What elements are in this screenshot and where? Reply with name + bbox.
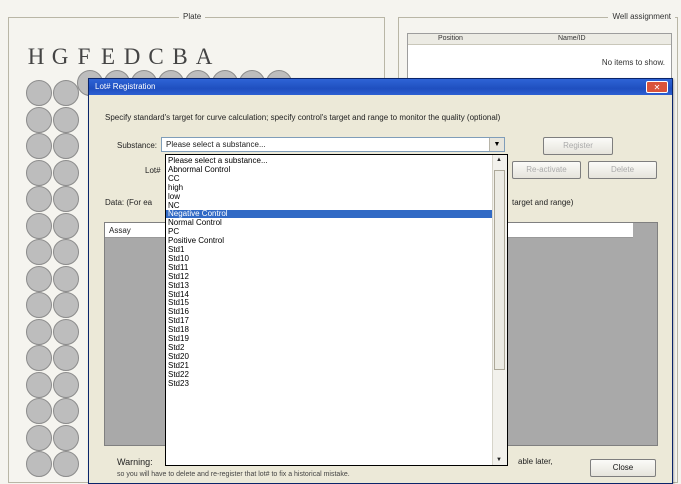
plate-well[interactable] bbox=[53, 451, 79, 477]
instructions-text: Specify standard's target for curve calc… bbox=[105, 113, 501, 122]
plate-well[interactable] bbox=[53, 265, 79, 292]
dropdown-option[interactable]: Std21 bbox=[168, 361, 189, 370]
plate-well[interactable] bbox=[53, 133, 79, 159]
dropdown-scrollbar[interactable]: ▲ ▼ bbox=[492, 155, 507, 465]
dropdown-option[interactable]: Std12 bbox=[168, 272, 189, 281]
warning-text-end: able later, bbox=[518, 457, 553, 466]
plate-well[interactable] bbox=[26, 345, 52, 371]
data-label: Data: (For ea bbox=[105, 198, 153, 207]
dropdown-option[interactable]: Std20 bbox=[168, 352, 189, 361]
dropdown-option[interactable]: Std11 bbox=[168, 263, 188, 272]
dropdown-option[interactable]: PC bbox=[168, 228, 179, 236]
dialog-title-bar[interactable]: Lot# Registration ✕ bbox=[89, 79, 672, 95]
register-button[interactable]: Register bbox=[543, 137, 613, 155]
plate-well[interactable] bbox=[53, 398, 79, 424]
dropdown-option[interactable]: Std10 bbox=[168, 254, 189, 263]
dropdown-option[interactable]: Std16 bbox=[168, 308, 189, 316]
reactivate-button[interactable]: Re-activate bbox=[512, 161, 581, 179]
plate-well[interactable] bbox=[53, 318, 79, 345]
column-letter: C bbox=[148, 44, 164, 69]
dialog-title: Lot# Registration bbox=[95, 82, 156, 91]
dropdown-option[interactable]: Positive Control bbox=[168, 237, 224, 245]
delete-button[interactable]: Delete bbox=[588, 161, 657, 179]
dropdown-option[interactable]: NC bbox=[168, 201, 180, 210]
plate-well[interactable] bbox=[53, 212, 79, 239]
dropdown-option[interactable]: Std2 bbox=[168, 343, 184, 352]
warning-text: so you will have to delete and re-regist… bbox=[117, 471, 350, 478]
dropdown-option[interactable]: Std15 bbox=[168, 299, 189, 307]
plate-well[interactable] bbox=[26, 80, 52, 106]
substance-select[interactable]: Please select a substance... ▼ bbox=[161, 137, 505, 152]
data-label-suffix: target and range) bbox=[512, 198, 574, 207]
dropdown-option[interactable]: Please select a substance... bbox=[168, 157, 268, 165]
plate-well[interactable] bbox=[26, 212, 52, 239]
lot-label: Lot# bbox=[145, 166, 161, 175]
plate-well[interactable] bbox=[53, 371, 79, 398]
plate-well[interactable] bbox=[26, 318, 52, 345]
plate-well[interactable] bbox=[26, 159, 52, 186]
empty-list-message: No items to show. bbox=[601, 58, 665, 67]
dropdown-option[interactable]: Std17 bbox=[168, 317, 189, 325]
scrollbar-thumb[interactable] bbox=[494, 170, 505, 370]
substance-label: Substance: bbox=[117, 141, 158, 150]
plate-well[interactable] bbox=[53, 159, 79, 186]
plate-well[interactable] bbox=[26, 186, 52, 212]
name-id-column-header[interactable]: Name/ID bbox=[558, 35, 586, 42]
position-column-header[interactable]: Position bbox=[438, 35, 463, 42]
plate-well[interactable] bbox=[53, 239, 79, 265]
list-header: Position Name/ID bbox=[408, 34, 671, 45]
column-letter: D bbox=[123, 44, 141, 69]
dropdown-option[interactable]: Std13 bbox=[168, 281, 189, 290]
dropdown-option[interactable]: Normal Control bbox=[168, 219, 222, 227]
well-assignment-title: Well assignment bbox=[608, 12, 675, 21]
chevron-down-icon[interactable]: ▼ bbox=[489, 138, 504, 151]
dropdown-option[interactable]: Std1 bbox=[168, 246, 184, 254]
plate-well[interactable] bbox=[26, 106, 52, 133]
dropdown-option[interactable]: Std14 bbox=[168, 290, 189, 299]
dropdown-option[interactable]: low bbox=[168, 192, 180, 201]
substance-dropdown-list[interactable]: Please select a substance... Abnormal Con… bbox=[165, 154, 508, 466]
column-letter: E bbox=[100, 44, 116, 69]
dropdown-option[interactable]: Std22 bbox=[168, 370, 189, 379]
substance-selected-value: Please select a substance... bbox=[166, 140, 266, 149]
close-button[interactable]: Close bbox=[590, 459, 656, 477]
plate-well[interactable] bbox=[53, 345, 79, 371]
plate-well[interactable] bbox=[26, 239, 52, 265]
column-letter: H bbox=[27, 44, 45, 69]
close-icon[interactable]: ✕ bbox=[646, 81, 668, 93]
plate-well[interactable] bbox=[26, 292, 52, 318]
plate-well[interactable] bbox=[26, 371, 52, 398]
plate-well[interactable] bbox=[26, 398, 52, 424]
column-letter: G bbox=[51, 44, 69, 69]
warning-label: Warning: bbox=[117, 457, 153, 467]
plate-well[interactable] bbox=[53, 424, 79, 451]
dropdown-option[interactable]: CC bbox=[168, 174, 180, 183]
dropdown-option[interactable]: Std23 bbox=[168, 379, 189, 388]
plate-well[interactable] bbox=[53, 186, 79, 212]
column-letter: F bbox=[77, 44, 91, 69]
plate-column-headers: HGFEDCBA bbox=[24, 44, 216, 70]
dropdown-option[interactable]: high bbox=[168, 183, 183, 192]
plate-well[interactable] bbox=[53, 80, 79, 106]
plate-title: Plate bbox=[179, 12, 206, 21]
plate-well[interactable] bbox=[53, 106, 79, 133]
dropdown-option[interactable]: Std18 bbox=[168, 326, 189, 334]
scroll-down-icon[interactable]: ▼ bbox=[496, 457, 502, 463]
plate-well[interactable] bbox=[26, 424, 52, 451]
assay-column-header[interactable]: Assay bbox=[109, 226, 131, 235]
plate-well[interactable] bbox=[26, 451, 52, 477]
plate-well[interactable] bbox=[26, 133, 52, 159]
scroll-up-icon[interactable]: ▲ bbox=[496, 157, 502, 163]
dropdown-option[interactable]: Negative Control bbox=[166, 210, 493, 219]
column-letter: B bbox=[172, 44, 188, 69]
column-letter: A bbox=[195, 44, 213, 69]
plate-well[interactable] bbox=[26, 265, 52, 292]
dropdown-option[interactable]: Std19 bbox=[168, 335, 189, 343]
plate-well[interactable] bbox=[53, 292, 79, 318]
dropdown-option[interactable]: Abnormal Control bbox=[168, 165, 230, 174]
